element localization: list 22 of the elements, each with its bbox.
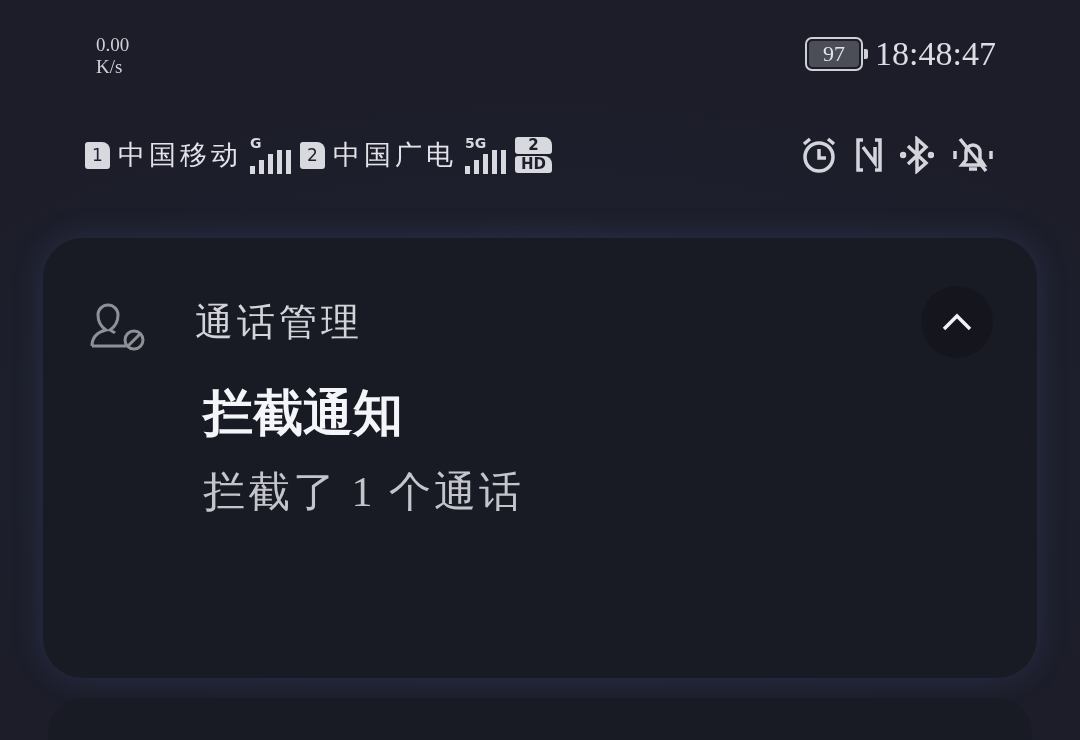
silent-bell-icon xyxy=(950,136,996,174)
network-type: G xyxy=(250,136,262,150)
hd-badge: HD xyxy=(515,156,552,173)
notification-body: 拦截了 1 个通话 xyxy=(203,468,525,517)
chevron-up-icon xyxy=(941,312,973,332)
network-type: 5G xyxy=(465,136,487,150)
clock: 18:48:47 xyxy=(875,34,996,74)
hd-slot-badge: 2 xyxy=(515,137,552,154)
notification-title: 拦截通知 xyxy=(203,384,404,443)
signal-icon xyxy=(465,150,507,174)
speed-unit: K/s xyxy=(96,56,124,78)
bluetooth-icon xyxy=(900,136,934,174)
network-speed: 0.00 xyxy=(96,34,130,56)
battery-level: 97 xyxy=(809,41,860,67)
signal-icon xyxy=(250,150,292,174)
alarm-clock-icon xyxy=(800,136,838,174)
sim-slot-icon: 2 xyxy=(300,141,325,169)
carrier-name: 中国广电 xyxy=(333,138,457,172)
app-name: 通话管理 xyxy=(195,299,363,345)
nfc-icon xyxy=(854,137,884,173)
carrier-name: 中国移动 xyxy=(118,138,242,172)
sim-slot-icon: 1 xyxy=(85,141,110,169)
